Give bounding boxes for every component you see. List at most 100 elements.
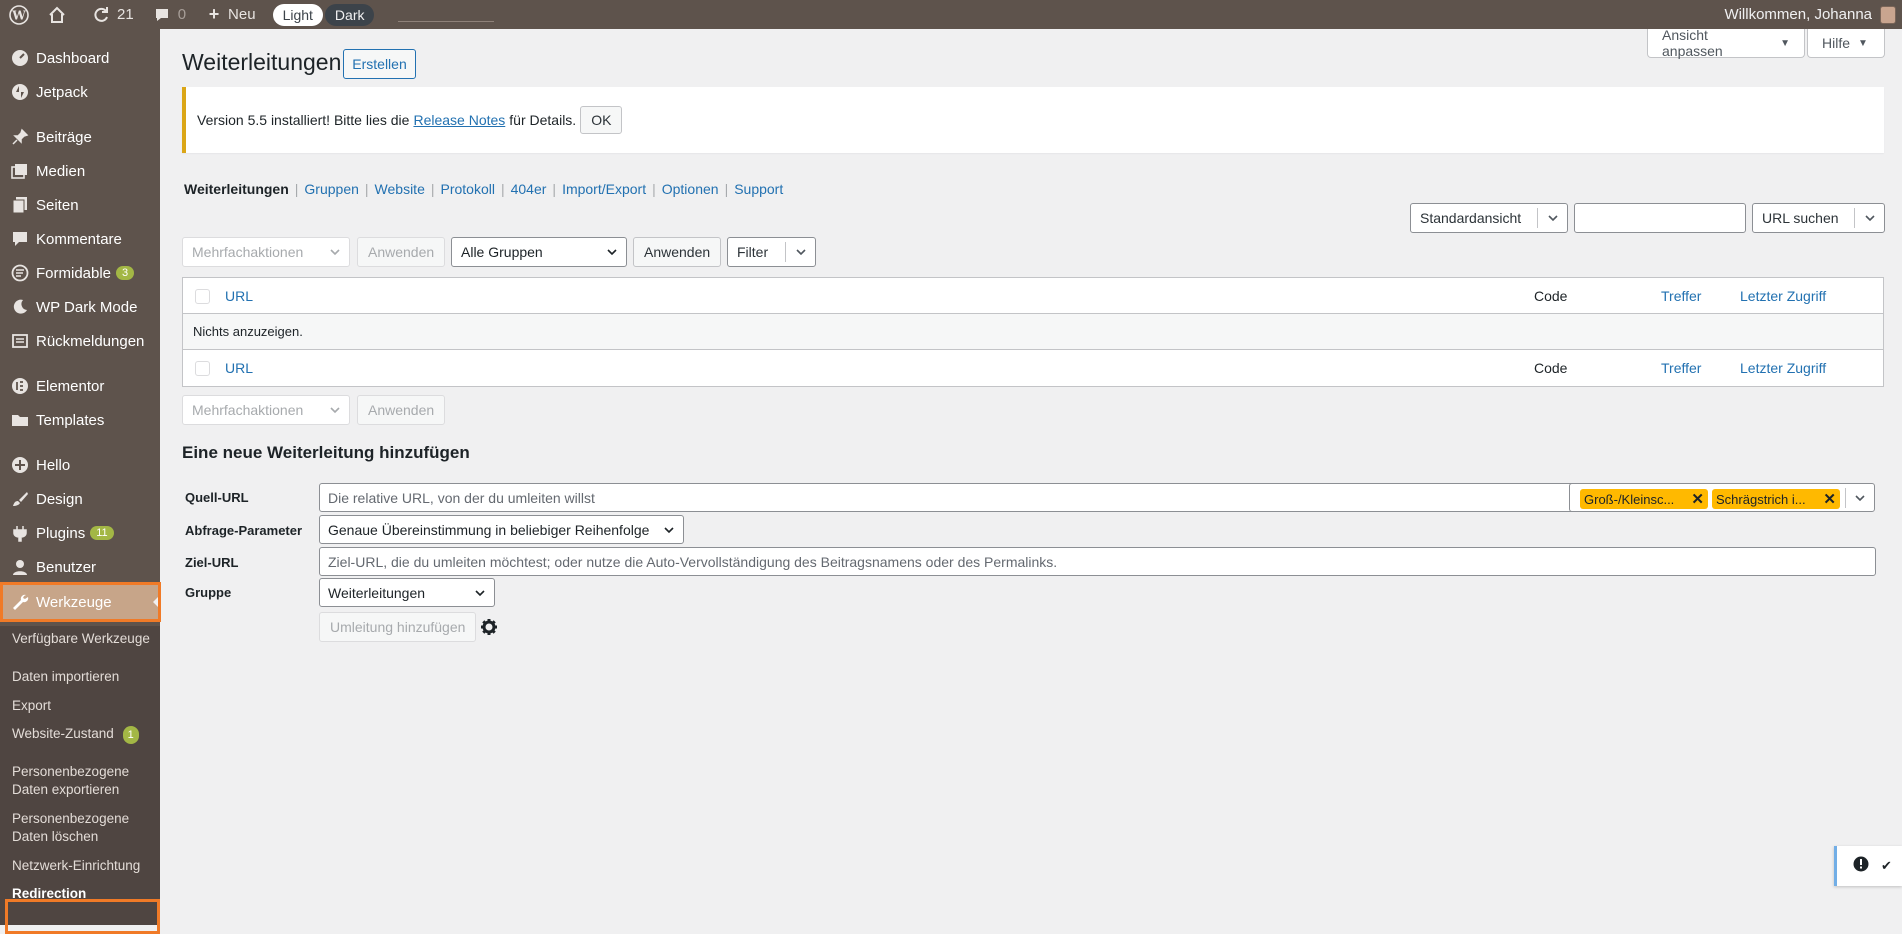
sidebar-item-users[interactable]: Benutzer (0, 550, 160, 584)
target-url-input[interactable]: Ziel-URL, die du umleiten möchtest; oder… (319, 547, 1876, 576)
sidebar-item-templates[interactable]: Templates (0, 403, 160, 437)
release-notes-link[interactable]: Release Notes (413, 112, 505, 128)
group-label: Gruppe (185, 585, 232, 600)
target-url-placeholder: Ziel-URL, die du umleiten möchtest; oder… (328, 553, 1058, 570)
group-select[interactable]: Weiterleitungen (319, 578, 495, 607)
plus-circle-icon (10, 455, 30, 475)
filter-button[interactable]: Filter (727, 237, 816, 267)
submenu-network-setup[interactable]: Netzwerk-Einrichtung (12, 857, 157, 875)
source-url-placeholder: Die relative URL, von der du umleiten wi… (328, 489, 595, 506)
sidebar-item-feedback[interactable]: Rückmeldungen (0, 324, 160, 358)
updates-button[interactable]: 21 (82, 0, 143, 29)
groups-select-value: Alle Gruppen (461, 244, 543, 260)
checkmark-icon: ✔ (1881, 858, 1892, 873)
apply-bulk-button-bottom[interactable]: Anwenden (357, 395, 446, 425)
notice-text-after: für Details. (509, 112, 577, 128)
tab-site[interactable]: Website (375, 181, 425, 197)
column-hits[interactable]: Treffer (1661, 360, 1701, 376)
target-url-label: Ziel-URL (185, 555, 239, 570)
submenu-export-personal-data[interactable]: Personenbezogene Daten exportieren (12, 763, 157, 799)
remove-flag-icon[interactable]: ✕ (1691, 490, 1704, 508)
search-url-label: URL suchen (1762, 210, 1839, 226)
greeting-text: Willkommen, Johanna (1724, 6, 1872, 23)
pages-icon (10, 195, 30, 215)
source-url-input[interactable]: Die relative URL, von der du umleiten wi… (319, 483, 1723, 512)
column-last-access[interactable]: Letzter Zugriff (1740, 360, 1826, 376)
floating-status-notice[interactable]: ✔ (1834, 846, 1902, 886)
submenu-site-health[interactable]: Website-Zustand 1 (12, 725, 157, 744)
home-icon (47, 5, 67, 25)
admin-bar: W 21 0 + Neu Light Dark Willkommen, Joha… (0, 0, 1902, 29)
split-divider (1854, 208, 1855, 228)
column-url[interactable]: URL (225, 360, 253, 376)
select-all-checkbox[interactable] (195, 361, 210, 376)
light-mode-toggle[interactable]: Light (272, 3, 323, 26)
column-last-access[interactable]: Letzter Zugriff (1740, 288, 1826, 304)
sidebar-item-label: Elementor (36, 377, 105, 395)
help-button[interactable]: Hilfe ▼ (1807, 29, 1885, 58)
sidebar-item-wp-dark-mode[interactable]: WP Dark Mode (0, 290, 160, 324)
refresh-icon (91, 5, 111, 25)
sidebar-item-comments[interactable]: Kommentare (0, 222, 160, 256)
new-content-button[interactable]: + Neu (195, 0, 265, 29)
column-url[interactable]: URL (225, 288, 253, 304)
query-params-select[interactable]: Genaue Übereinstimmung in beliebiger Rei… (319, 515, 684, 544)
tab-support[interactable]: Support (734, 181, 783, 197)
groups-select[interactable]: Alle Gruppen (451, 237, 627, 267)
table-row: Nichts anzuzeigen. (183, 314, 1883, 350)
url-flags-select[interactable]: Groß-/Kleinsc... ✕ Schrägstrich i... ✕ (1569, 483, 1875, 512)
notice-ok-button[interactable]: OK (580, 106, 623, 134)
sidebar-item-dashboard[interactable]: Dashboard (0, 41, 160, 75)
sidebar-item-label: Kommentare (36, 230, 122, 248)
search-url-button[interactable]: URL suchen (1752, 203, 1885, 233)
bulk-actions-select-bottom[interactable]: Mehrfachaktionen (182, 395, 350, 425)
sidebar-item-label: Design (36, 490, 83, 508)
tab-groups[interactable]: Gruppen (304, 181, 358, 197)
pin-icon (10, 127, 30, 147)
update-notice: Version 5.5 installiert! Bitte lies die … (182, 87, 1884, 153)
create-button[interactable]: Erstellen (343, 49, 416, 79)
sidebar-item-design[interactable]: Design (0, 482, 160, 516)
sidebar-item-media[interactable]: Medien (0, 154, 160, 188)
table-header: URL Code Treffer Letzter Zugriff (183, 278, 1883, 314)
site-home-button[interactable] (38, 0, 76, 29)
remove-flag-icon[interactable]: ✕ (1823, 490, 1836, 508)
submenu-export[interactable]: Export (12, 697, 157, 715)
chevron-down-icon (796, 249, 806, 256)
bulk-actions-select[interactable]: Mehrfachaktionen (182, 237, 350, 267)
screen-options-button[interactable]: Ansicht anpassen ▼ (1647, 27, 1805, 59)
add-redirect-button[interactable]: Umleitung hinzufügen (319, 612, 477, 642)
sidebar-item-pages[interactable]: Seiten (0, 188, 160, 222)
my-account-button[interactable]: Willkommen, Johanna (1724, 5, 1902, 24)
apply-group-button[interactable]: Anwenden (633, 237, 722, 267)
submenu-import[interactable]: Daten importieren (12, 668, 157, 686)
submenu-erase-personal-data[interactable]: Personenbezogene Daten löschen (12, 810, 157, 846)
search-input[interactable] (1574, 203, 1746, 233)
sidebar-item-jetpack[interactable]: Jetpack (0, 75, 160, 109)
gear-icon[interactable] (480, 618, 498, 640)
sidebar-item-formidable[interactable]: Formidable 3 (0, 256, 160, 290)
select-all-checkbox[interactable] (195, 289, 210, 304)
tab-log[interactable]: Protokoll (441, 181, 495, 197)
feedback-icon (10, 331, 30, 351)
comments-button[interactable]: 0 (143, 0, 195, 29)
filter-label: Filter (737, 244, 769, 260)
main-content: Ansicht anpassen ▼ Hilfe ▼ Weiterleitung… (160, 27, 1902, 925)
sidebar-item-plugins[interactable]: Plugins 11 (0, 516, 160, 550)
wordpress-logo-button[interactable]: W (0, 0, 38, 29)
site-health-badge: 1 (122, 726, 139, 744)
tab-import-export[interactable]: Import/Export (562, 181, 646, 197)
tab-options[interactable]: Optionen (662, 181, 719, 197)
tab-404s[interactable]: 404er (511, 181, 547, 197)
apply-bulk-button[interactable]: Anwenden (357, 237, 446, 267)
flag-trailing-slash: Schrägstrich i... ✕ (1712, 489, 1840, 509)
view-select[interactable]: Standardansicht (1410, 203, 1568, 233)
dark-mode-toggle[interactable]: Dark (324, 3, 375, 26)
column-hits[interactable]: Treffer (1661, 288, 1701, 304)
tab-redirects[interactable]: Weiterleitungen (184, 181, 289, 197)
sidebar-item-posts[interactable]: Beiträge (0, 120, 160, 154)
sidebar-item-hello[interactable]: Hello (0, 448, 160, 482)
sidebar-item-elementor[interactable]: Elementor (0, 369, 160, 403)
bulk-actions-value: Mehrfachaktionen (192, 402, 304, 418)
submenu-available-tools[interactable]: Verfügbare Werkzeuge (12, 630, 157, 648)
